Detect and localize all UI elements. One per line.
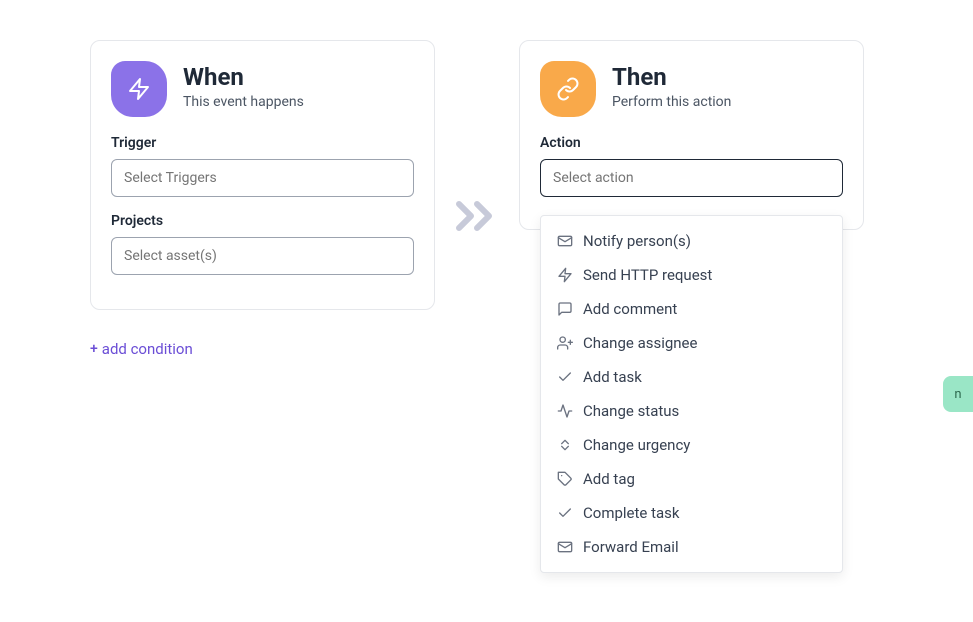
action-option-label: Forward Email (583, 538, 679, 556)
action-option[interactable]: Add task (541, 360, 842, 394)
when-title: When (183, 63, 304, 92)
user-plus-icon (557, 335, 573, 351)
action-option-label: Add tag (583, 470, 635, 488)
bg-pill-text: n (954, 387, 961, 402)
action-option[interactable]: Change assignee (541, 326, 842, 360)
updown-icon (557, 437, 573, 453)
action-option[interactable]: Forward Email (541, 530, 842, 564)
then-card-header: Then Perform this action (540, 61, 843, 117)
action-dropdown: Notify person(s) Send HTTP request Add com… (540, 215, 843, 573)
add-condition-label: add condition (102, 340, 193, 358)
action-select[interactable] (540, 159, 843, 197)
mail-icon (557, 539, 573, 555)
projects-select[interactable] (111, 237, 414, 275)
action-option-label: Add comment (583, 300, 677, 318)
action-label: Action (540, 135, 843, 151)
background-pill: n (943, 376, 973, 412)
action-option-label: Add task (583, 368, 642, 386)
comment-icon (557, 301, 573, 317)
arrow-connector-icon (455, 40, 499, 232)
action-option[interactable]: Change status (541, 394, 842, 428)
action-option[interactable]: Complete task (541, 496, 842, 530)
action-option-label: Send HTTP request (583, 266, 712, 284)
check-icon (557, 505, 573, 521)
trigger-label: Trigger (111, 135, 414, 151)
activity-icon (557, 403, 573, 419)
action-option-label: Change urgency (583, 436, 690, 454)
action-option-label: Change assignee (583, 334, 697, 352)
when-subtitle: This event happens (183, 94, 304, 110)
action-option[interactable]: Change urgency (541, 428, 842, 462)
link-icon (540, 61, 596, 117)
then-subtitle: Perform this action (612, 94, 731, 110)
action-option[interactable]: Add tag (541, 462, 842, 496)
action-option[interactable]: Send HTTP request (541, 258, 842, 292)
action-option-label: Complete task (583, 504, 680, 522)
mail-icon (557, 233, 573, 249)
action-option[interactable]: Notify person(s) (541, 224, 842, 258)
then-title: Then (612, 63, 731, 92)
action-option-label: Notify person(s) (583, 232, 691, 250)
when-card-header: When This event happens (111, 61, 414, 117)
tag-icon (557, 471, 573, 487)
trigger-select[interactable] (111, 159, 414, 197)
action-option[interactable]: Add comment (541, 292, 842, 326)
check-icon (557, 369, 573, 385)
plus-icon: + (90, 341, 98, 357)
then-card: Then Perform this action Action Notify p… (519, 40, 864, 230)
add-condition-button[interactable]: + add condition (90, 340, 193, 358)
automation-builder: When This event happens Trigger Projects (0, 0, 973, 310)
when-card: When This event happens Trigger Projects (90, 40, 435, 310)
bolt-icon (111, 61, 167, 117)
projects-label: Projects (111, 213, 414, 229)
action-option-label: Change status (583, 402, 679, 420)
bolt-icon (557, 267, 573, 283)
